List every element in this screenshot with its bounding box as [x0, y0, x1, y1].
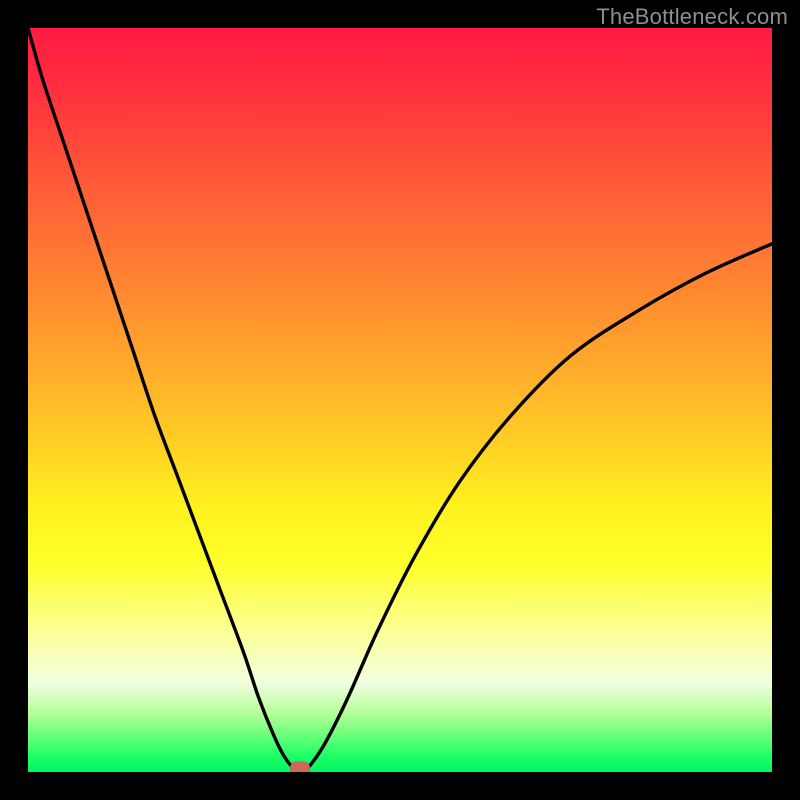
optimal-point-marker: [290, 762, 310, 772]
watermark-text: TheBottleneck.com: [596, 4, 788, 30]
bottleneck-curve: [28, 28, 772, 771]
chart-stage: TheBottleneck.com: [0, 0, 800, 800]
curve-svg: [28, 28, 772, 772]
plot-area: [28, 28, 772, 772]
